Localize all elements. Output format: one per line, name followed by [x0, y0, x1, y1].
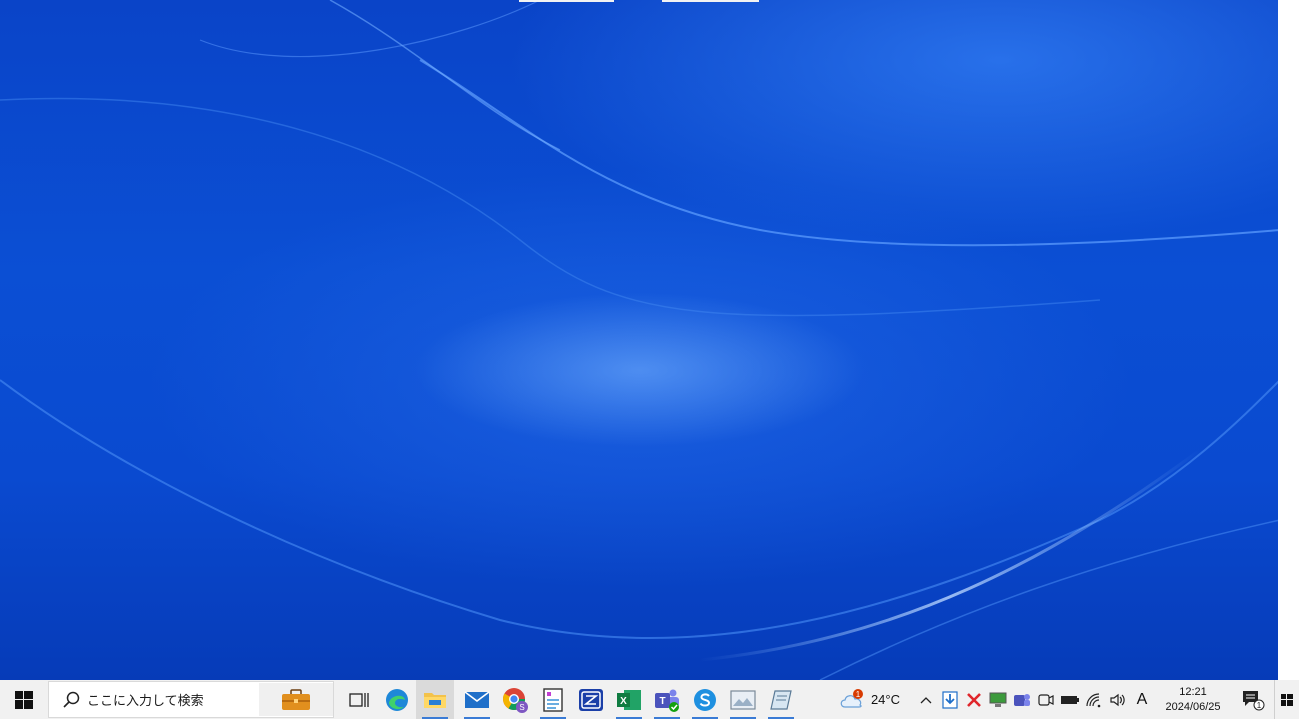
ime-mode-indicator[interactable]: A: [1130, 680, 1154, 719]
meet-now-icon: [1038, 693, 1054, 706]
excel-icon: X: [617, 689, 641, 710]
folder-icon: [424, 692, 446, 708]
top-bar-segment-right: [662, 0, 759, 2]
show-hidden-icons-button[interactable]: [914, 680, 938, 719]
notebook-icon: [770, 689, 792, 710]
search-highlight-button[interactable]: [259, 683, 333, 716]
system-tray: 1 24°C A 12:21 2024/06/25 1: [839, 680, 1299, 719]
notification-count: 1: [1257, 701, 1262, 710]
chrome-icon: S: [503, 687, 528, 713]
speaker-icon: [1110, 693, 1125, 706]
search-icon: [63, 691, 80, 708]
taskbar-app-excel[interactable]: X: [610, 680, 648, 719]
wifi-icon: [1086, 692, 1101, 707]
skype-icon: [694, 688, 716, 711]
briefcase-icon: [282, 688, 310, 710]
top-bar-segment-left: [519, 0, 614, 2]
notepad-icon: [543, 687, 563, 712]
cloud-weather-icon: 1: [840, 688, 863, 708]
task-view-icon: [349, 692, 369, 707]
wallpaper-light-streaks: [0, 0, 1281, 680]
clock-date: 2024/06/25: [1165, 700, 1221, 713]
tray-wifi-icon-button[interactable]: [1082, 680, 1106, 719]
clock-time: 12:21: [1179, 685, 1207, 698]
photo-viewer-icon: [730, 689, 756, 710]
chevron-up-icon: [920, 696, 932, 703]
taskbar-app-notepad[interactable]: [534, 680, 572, 719]
red-x-icon: [967, 692, 981, 707]
show-desktop-button[interactable]: [1274, 680, 1299, 719]
task-view-button[interactable]: [340, 680, 378, 719]
taskbar-app-photos[interactable]: [724, 680, 762, 719]
taskbar: ここに入力して検索 S X T 1 24°C A 12:21 2024/06/2…: [0, 680, 1299, 719]
svg-text:T: T: [659, 696, 665, 707]
tray-network-icon-button[interactable]: [986, 680, 1010, 719]
notification-icon: 1: [1243, 690, 1265, 710]
tray-volume-icon-button[interactable]: [1106, 680, 1130, 719]
mail-icon: [464, 690, 490, 708]
taskbar-app-zoho[interactable]: [572, 680, 610, 719]
teams-tray-icon: [1014, 693, 1030, 706]
clock[interactable]: 12:21 2024/06/25: [1154, 685, 1232, 715]
start-button[interactable]: [0, 680, 48, 719]
windows-mini-icon: [1281, 693, 1293, 706]
tray-meet-icon-button[interactable]: [1034, 680, 1058, 719]
svg-text:X: X: [620, 696, 627, 707]
taskbar-app-skype[interactable]: [686, 680, 724, 719]
action-center-button[interactable]: 1: [1232, 680, 1274, 719]
tray-error-icon-button[interactable]: [962, 680, 986, 719]
download-icon: [942, 690, 958, 709]
tray-download-icon-button[interactable]: [938, 680, 962, 719]
taskbar-app-edge[interactable]: [378, 680, 416, 719]
weather-temperature: 24°C: [870, 692, 900, 707]
battery-icon: [1061, 695, 1079, 704]
zoho-app-icon: [579, 688, 603, 711]
right-edge-strip: [1278, 0, 1299, 680]
desktop-wallpaper: [0, 0, 1299, 680]
tray-battery-icon-button[interactable]: [1058, 680, 1082, 719]
taskbar-app-mail[interactable]: [458, 680, 496, 719]
windows-logo-icon: [15, 690, 33, 709]
taskbar-app-notebook[interactable]: [762, 680, 800, 719]
taskbar-app-chrome[interactable]: S: [496, 680, 534, 719]
taskbar-app-teams[interactable]: T: [648, 680, 686, 719]
network-monitor-icon: [989, 692, 1007, 707]
search-box[interactable]: ここに入力して検索: [48, 681, 334, 718]
search-placeholder: ここに入力して検索: [87, 694, 204, 709]
svg-text:S: S: [519, 703, 524, 712]
weather-widget[interactable]: 1 24°C: [839, 688, 900, 711]
taskbar-app-file-explorer[interactable]: [416, 680, 454, 719]
tray-teams-icon-button[interactable]: [1010, 680, 1034, 719]
weather-badge: 1: [856, 690, 861, 699]
teams-icon: T: [655, 689, 679, 712]
edge-icon: [386, 688, 408, 711]
